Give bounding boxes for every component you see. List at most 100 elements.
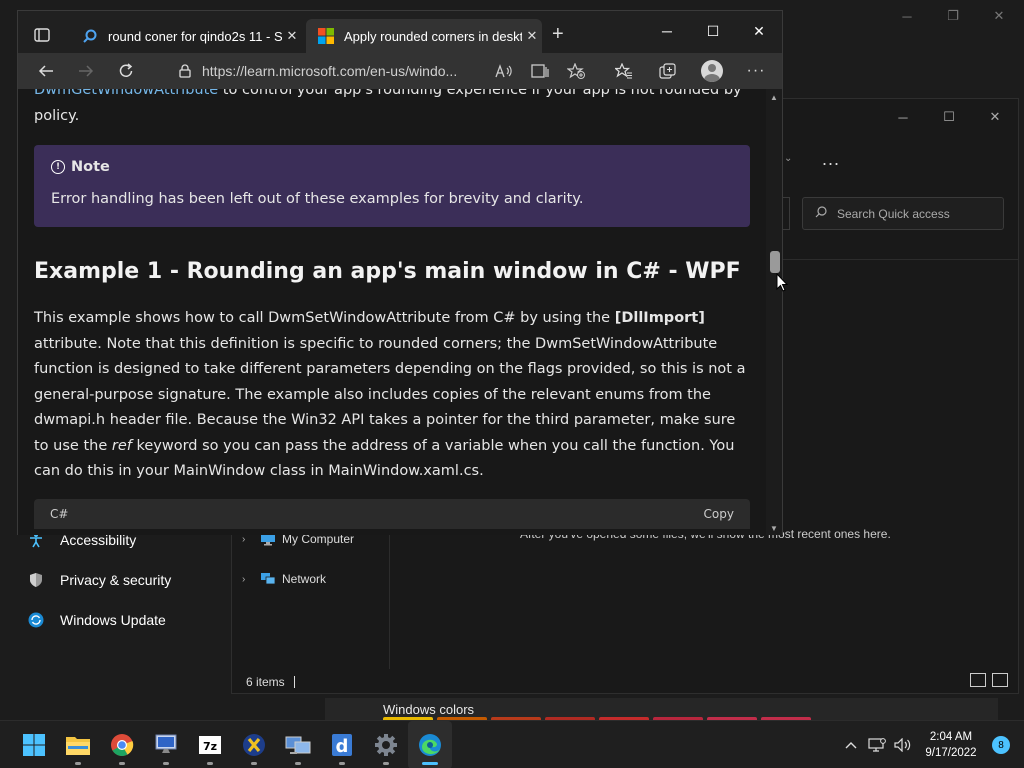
settings-close-button[interactable]: ✕ <box>976 0 1022 32</box>
settings-minimize-button[interactable]: ─ <box>884 0 930 32</box>
code-language-label: C# <box>50 506 69 521</box>
network-monitor-icon <box>285 736 311 754</box>
page-scrollbar[interactable]: ▲ ▼ <box>766 89 782 535</box>
details-view-button[interactable] <box>970 673 986 687</box>
clock-date: 9/17/2022 <box>925 747 977 759</box>
settings-and-more-button[interactable]: ··· <box>734 53 778 89</box>
refresh-button[interactable] <box>106 53 146 89</box>
network-icon <box>260 572 282 586</box>
note-callout: ! Note Error handling has been left out … <box>34 145 750 227</box>
tab-actions-button[interactable] <box>26 21 58 49</box>
taskbar-d-app[interactable]: d <box>320 721 364 768</box>
forward-arrow-icon <box>79 65 94 77</box>
more-icon: ··· <box>746 62 766 79</box>
windows-update-icon <box>28 612 60 628</box>
settings-restore-button[interactable]: ❐ <box>930 0 976 32</box>
system-tray: 2:04 AM 9/17/2022 8 <box>838 721 1024 768</box>
explorer-close-button[interactable]: ✕ <box>972 99 1018 135</box>
settings-nav-windows-update[interactable]: Windows Update <box>0 600 230 640</box>
running-indicator <box>295 762 301 765</box>
monitor-icon <box>155 734 177 753</box>
running-indicator <box>75 762 81 765</box>
start-button[interactable] <box>12 721 56 768</box>
running-indicator <box>422 762 438 765</box>
para-text: attribute. Note that this definition is … <box>34 335 746 454</box>
explorer-divider <box>782 259 1018 260</box>
forward-button[interactable] <box>66 53 106 89</box>
para-text: This example shows how to call DwmSetWin… <box>34 310 615 326</box>
windows-colors-label: Windows colors <box>383 702 475 717</box>
intro-link[interactable]: DwmGetWindowAttribute <box>34 89 218 98</box>
d-icon: d <box>332 734 352 757</box>
close-tab-icon[interactable]: ✕ <box>522 28 542 44</box>
scroll-down-arrow-icon[interactable]: ▼ <box>770 524 778 533</box>
taskbar-chrome[interactable] <box>100 721 144 768</box>
edge-minimize-button[interactable]: ─ <box>644 11 690 51</box>
profile-button[interactable] <box>690 53 734 89</box>
settings-nav-privacy[interactable]: Privacy & security <box>0 560 230 600</box>
new-tab-button[interactable]: + <box>552 23 564 46</box>
edge-maximize-button[interactable]: ☐ <box>690 11 736 51</box>
back-arrow-icon <box>38 65 53 77</box>
search-icon <box>815 206 827 221</box>
favorites-button[interactable] <box>602 53 646 89</box>
view-switcher <box>970 673 1008 687</box>
address-bar-edge[interactable] <box>782 197 790 230</box>
copy-code-button[interactable]: Copy <box>704 507 734 521</box>
chevron-right-icon[interactable]: › <box>242 534 260 545</box>
volume-icon <box>894 738 911 752</box>
chevron-right-icon[interactable]: › <box>242 574 260 585</box>
tab-active-docs[interactable]: Apply rounded corners in desktop apps ✕ <box>306 19 542 53</box>
add-favorite-button[interactable] <box>558 57 594 85</box>
tab-search[interactable]: round coner for qindo2s 11 - Search ✕ <box>70 19 302 53</box>
url-text: https://learn.microsoft.com/en-us/windo.… <box>202 63 458 79</box>
explorer-maximize-button[interactable]: ☐ <box>926 99 972 135</box>
network-status-icon <box>868 738 886 752</box>
reader-view-icon <box>531 64 549 78</box>
show-hidden-icons-button[interactable] <box>838 741 864 749</box>
lock-icon[interactable] <box>168 64 202 78</box>
read-aloud-icon <box>495 64 512 78</box>
running-indicator <box>251 762 257 765</box>
notification-badge[interactable]: 8 <box>992 736 1010 754</box>
clock[interactable]: 2:04 AM 9/17/2022 <box>916 729 986 761</box>
edge-caption-buttons: ─ ☐ ✕ <box>644 11 782 51</box>
taskbar-network-tool[interactable] <box>276 721 320 768</box>
taskbar-file-explorer[interactable] <box>56 721 100 768</box>
network-status-button[interactable] <box>864 738 890 752</box>
reader-view-button[interactable] <box>522 57 558 85</box>
taskbar-remote-desktop[interactable] <box>144 721 188 768</box>
scrollbar-thumb[interactable] <box>770 251 780 273</box>
taskbar-settings[interactable] <box>364 721 408 768</box>
search-placeholder: Search Quick access <box>837 206 950 221</box>
chevron-down-icon[interactable]: ⌄ <box>784 153 792 164</box>
more-options-button[interactable]: ... <box>822 149 840 170</box>
folder-icon <box>66 737 90 755</box>
running-indicator <box>163 762 169 765</box>
taskbar-edge[interactable] <box>408 721 452 768</box>
running-indicator <box>207 762 213 765</box>
large-icons-view-button[interactable] <box>992 673 1008 687</box>
microsoft-logo-icon <box>318 28 334 44</box>
tree-item-network[interactable]: › Network <box>242 569 326 589</box>
explorer-minimize-button[interactable]: ─ <box>880 99 926 135</box>
read-aloud-button[interactable] <box>486 57 522 85</box>
7zip-icon: 7z <box>199 736 221 754</box>
page-content: DwmGetWindowAttribute to control your ap… <box>18 89 766 535</box>
x-circle-icon <box>243 734 265 756</box>
edge-close-button[interactable]: ✕ <box>736 11 782 51</box>
avatar <box>701 60 723 82</box>
taskbar-7zip[interactable]: 7z <box>188 721 232 768</box>
running-indicator <box>119 762 125 765</box>
scroll-up-arrow-icon[interactable]: ▲ <box>770 93 778 102</box>
volume-button[interactable] <box>890 738 916 752</box>
search-quick-access-input[interactable]: Search Quick access <box>802 197 1004 230</box>
taskbar-x-app[interactable] <box>232 721 276 768</box>
navigation-pane: › My Computer › Network <box>232 519 390 669</box>
clock-time: 2:04 AM <box>929 731 973 743</box>
collections-button[interactable] <box>646 53 690 89</box>
back-button[interactable] <box>26 53 66 89</box>
close-tab-icon[interactable]: ✕ <box>282 28 302 44</box>
code-block-header: C# Copy <box>34 498 750 529</box>
windows-colors-section: Windows colors <box>325 698 998 721</box>
